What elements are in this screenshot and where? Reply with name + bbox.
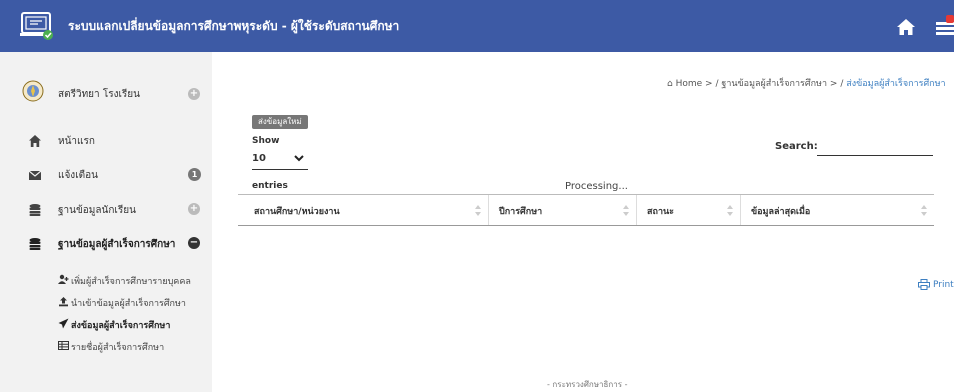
send-new-button[interactable]: ส่งข้อมูลใหม่	[252, 115, 308, 129]
send-icon	[58, 318, 69, 329]
column-header-updated[interactable]: ข้อมูลล่าสุดเมื่อ	[740, 195, 934, 225]
search-label: Search:	[775, 141, 818, 152]
sidebar-item-notifications[interactable]: แจ้งเตือน 1	[0, 160, 212, 190]
notification-icon[interactable]	[934, 14, 954, 40]
column-header-label: ข้อมูลล่าสุดเมื่อ	[751, 207, 811, 217]
upload-icon	[59, 297, 68, 307]
sidebar-subitem-add-graduate[interactable]: เพิ่มผู้สำเร็จการศึกษารายบุคคล	[0, 270, 212, 290]
database-icon	[29, 204, 41, 216]
breadcrumb-current: ส่งข้อมูลผู้สำเร็จการศึกษา	[846, 79, 946, 89]
sort-icon	[475, 205, 481, 216]
print-label: Print	[933, 280, 954, 290]
laptop-check-icon[interactable]	[20, 11, 54, 41]
sort-icon	[623, 205, 629, 216]
breadcrumb-level1[interactable]: ฐานข้อมูลผู้สำเร็จการศึกษา	[721, 79, 827, 89]
search-input[interactable]	[817, 139, 933, 156]
sort-icon	[727, 205, 733, 216]
sidebar-item-label: แจ้งเตือน	[58, 170, 98, 181]
column-header-status[interactable]: สถานะ	[636, 195, 740, 225]
breadcrumb-home[interactable]: Home	[676, 79, 703, 89]
sidebar-subitem-label: ส่งข้อมูลผู้สำเร็จการศึกษา	[71, 321, 171, 331]
column-header-label: สถานะ	[647, 207, 674, 217]
show-label: Show	[252, 136, 280, 146]
breadcrumb-separator: >	[705, 79, 713, 89]
database-icon	[29, 238, 41, 250]
footer-text: - กระทรวงศึกษาธิการ -	[547, 380, 628, 389]
column-header-year[interactable]: ปีการศึกษา	[488, 195, 636, 225]
sidebar-school-label: สตรีวิทยา โรงเรียน	[58, 89, 140, 100]
page-length-select[interactable]: 10	[252, 150, 308, 170]
table-icon	[58, 341, 69, 350]
sidebar-school[interactable]: สตรีวิทยา โรงเรียน +	[0, 80, 212, 110]
chevron-down-icon	[294, 155, 304, 162]
column-header-label: สถานศึกษา/หน่วยงาน	[254, 207, 340, 217]
sidebar-item-label: ฐานข้อมูลผู้สำเร็จการศึกษา	[58, 239, 176, 250]
sidebar-item-label: หน้าแรก	[58, 136, 95, 147]
print-button[interactable]: Print	[918, 279, 954, 290]
column-header-label: ปีการศึกษา	[499, 207, 543, 217]
sidebar-item-home[interactable]: หน้าแรก	[0, 126, 212, 156]
sort-icon	[921, 205, 927, 216]
printer-icon	[918, 279, 930, 290]
expand-icon[interactable]: +	[188, 88, 200, 100]
column-header-school[interactable]: สถานศึกษา/หน่วยงาน	[238, 195, 488, 225]
sidebar-subitem-send[interactable]: ส่งข้อมูลผู้สำเร็จการศึกษา	[0, 314, 212, 334]
sidebar-subitem-import[interactable]: นำเข้าข้อมูลผู้สำเร็จการศึกษา	[0, 292, 212, 312]
sidebar-subitem-label: นำเข้าข้อมูลผู้สำเร็จการศึกษา	[71, 299, 186, 309]
sidebar-subitem-list[interactable]: รายชื่อผู้สำเร็จการศึกษา	[0, 336, 212, 356]
user-plus-icon	[58, 274, 69, 284]
envelope-icon	[28, 170, 42, 180]
breadcrumb: ⌂ Home > / ฐานข้อมูลผู้สำเร็จการศึกษา > …	[667, 79, 946, 89]
processing-indicator: Processing...	[565, 181, 628, 192]
sidebar-subitem-label: รายชื่อผู้สำเร็จการศึกษา	[71, 343, 165, 353]
app-title: ระบบแลกเปลี่ยนข้อมูลการศึกษาพหุระดับ - ผ…	[68, 19, 400, 33]
home-icon	[29, 135, 41, 147]
sidebar-subitem-label: เพิ่มผู้สำเร็จการศึกษารายบุคคล	[71, 277, 191, 287]
entries-label: entries	[252, 181, 288, 191]
top-header: ระบบแลกเปลี่ยนข้อมูลการศึกษาพหุระดับ - ผ…	[0, 0, 954, 52]
notification-count-badge: 1	[188, 168, 201, 181]
page-length-value: 10	[252, 153, 266, 164]
home-icon[interactable]	[896, 18, 916, 36]
home-icon: ⌂	[667, 79, 673, 89]
sidebar-item-label: ฐานข้อมูลนักเรียน	[58, 205, 136, 216]
expand-icon[interactable]: +	[188, 203, 200, 215]
sidebar-item-graduates[interactable]: ฐานข้อมูลผู้สำเร็จการศึกษา −	[0, 229, 212, 259]
data-table-header: สถานศึกษา/หน่วยงาน ปีการศึกษา สถานะ ข้อม…	[238, 194, 934, 226]
collapse-icon[interactable]: −	[188, 237, 200, 249]
breadcrumb-separator: >	[829, 79, 838, 89]
sidebar-item-students[interactable]: ฐานข้อมูลนักเรียน +	[0, 195, 212, 225]
